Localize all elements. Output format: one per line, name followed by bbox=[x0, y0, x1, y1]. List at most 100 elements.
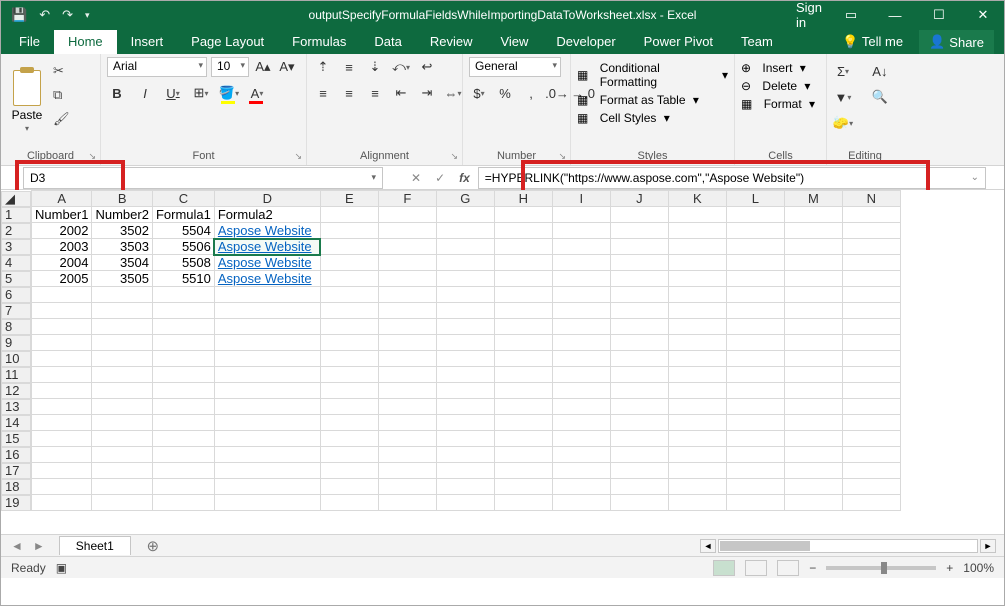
align-right-icon[interactable]: ≡ bbox=[365, 83, 385, 103]
row-header[interactable]: 15 bbox=[1, 431, 31, 447]
underline-button[interactable]: U bbox=[163, 83, 183, 103]
tab-view[interactable]: View bbox=[486, 30, 542, 54]
select-all-corner[interactable]: ◢ bbox=[1, 191, 31, 207]
horizontal-scrollbar[interactable] bbox=[718, 539, 978, 553]
italic-button[interactable]: I bbox=[135, 83, 155, 103]
font-name-select[interactable]: Arial bbox=[107, 57, 207, 77]
worksheet-grid[interactable]: ◢ A B C D E F G H I J K L M N 1 Number1 … bbox=[1, 190, 1004, 534]
zoom-in-icon[interactable]: + bbox=[946, 561, 953, 575]
border-button[interactable]: ⊞ bbox=[191, 83, 211, 103]
formula-bar-input[interactable]: =HYPERLINK("https://www.aspose.com","Asp… bbox=[478, 167, 986, 189]
accounting-format-icon[interactable]: $ bbox=[469, 83, 489, 103]
align-bottom-icon[interactable]: ⇣ bbox=[365, 57, 385, 77]
page-break-view-icon[interactable] bbox=[777, 560, 799, 576]
col-header[interactable]: B bbox=[92, 191, 152, 207]
tab-formulas[interactable]: Formulas bbox=[278, 30, 360, 54]
fill-color-button[interactable]: 🪣 bbox=[219, 83, 239, 103]
clear-icon[interactable]: 🧽 bbox=[833, 113, 853, 133]
sign-in-link[interactable]: Sign in bbox=[796, 1, 828, 29]
cell[interactable]: 3503 bbox=[92, 239, 152, 255]
find-select-icon[interactable]: 🔍 bbox=[870, 87, 890, 107]
row-header[interactable]: 5 bbox=[1, 271, 31, 287]
name-box[interactable]: D3 bbox=[23, 167, 383, 189]
cell-hyperlink[interactable]: Aspose Website bbox=[214, 271, 320, 287]
cell-styles-button[interactable]: ▦ Cell Styles ▾ bbox=[577, 111, 670, 125]
align-top-icon[interactable]: ⇡ bbox=[313, 57, 333, 77]
delete-cells-button[interactable]: ⊖ Delete ▾ bbox=[741, 79, 810, 93]
tab-developer[interactable]: Developer bbox=[542, 30, 629, 54]
share-button[interactable]: 👤 Share bbox=[919, 30, 994, 54]
cell[interactable]: 2002 bbox=[32, 223, 92, 239]
increase-decimal-icon[interactable]: .0→ bbox=[547, 83, 567, 103]
cell[interactable]: Formula2 bbox=[214, 207, 320, 223]
minimize-icon[interactable]: — bbox=[874, 1, 916, 29]
tab-file[interactable]: File bbox=[5, 30, 54, 54]
row-header[interactable]: 14 bbox=[1, 415, 31, 431]
row-header[interactable]: 4 bbox=[1, 255, 31, 271]
bold-button[interactable]: B bbox=[107, 83, 127, 103]
page-layout-view-icon[interactable] bbox=[745, 560, 767, 576]
percent-format-icon[interactable]: % bbox=[495, 83, 515, 103]
alignment-launcher-icon[interactable]: ↘ bbox=[450, 151, 458, 162]
align-middle-icon[interactable]: ≡ bbox=[339, 57, 359, 77]
tab-data[interactable]: Data bbox=[360, 30, 415, 54]
clipboard-launcher-icon[interactable]: ↘ bbox=[88, 151, 96, 162]
maximize-icon[interactable]: ☐ bbox=[918, 1, 960, 29]
row-header[interactable]: 8 bbox=[1, 319, 31, 335]
cell-hyperlink[interactable]: Aspose Website bbox=[214, 255, 320, 271]
number-format-select[interactable]: General bbox=[469, 57, 561, 77]
format-cells-button[interactable]: ▦ Format ▾ bbox=[741, 97, 815, 111]
zoom-slider[interactable] bbox=[826, 566, 936, 570]
align-left-icon[interactable]: ≡ bbox=[313, 83, 333, 103]
col-header[interactable]: L bbox=[726, 191, 784, 207]
cell[interactable]: 5506 bbox=[152, 239, 214, 255]
hscroll-right-icon[interactable]: ► bbox=[980, 539, 996, 553]
row-header[interactable]: 7 bbox=[1, 303, 31, 319]
enter-formula-icon[interactable]: ✓ bbox=[435, 171, 445, 185]
copy-icon[interactable]: ⧉ bbox=[53, 87, 70, 103]
tab-power-pivot[interactable]: Power Pivot bbox=[630, 30, 727, 54]
number-launcher-icon[interactable]: ↘ bbox=[558, 151, 566, 162]
row-header[interactable]: 2 bbox=[1, 223, 31, 239]
decrease-indent-icon[interactable]: ⇤ bbox=[391, 83, 411, 103]
col-header[interactable]: K bbox=[668, 191, 726, 207]
increase-indent-icon[interactable]: ⇥ bbox=[417, 83, 437, 103]
insert-cells-button[interactable]: ⊕ Insert ▾ bbox=[741, 61, 806, 75]
row-header[interactable]: 11 bbox=[1, 367, 31, 383]
col-header[interactable]: C bbox=[152, 191, 214, 207]
cell[interactable]: 3504 bbox=[92, 255, 152, 271]
col-header[interactable]: D bbox=[214, 191, 320, 207]
cell[interactable]: Number2 bbox=[92, 207, 152, 223]
insert-function-icon[interactable]: fx bbox=[459, 171, 470, 185]
close-icon[interactable]: ✕ bbox=[962, 1, 1004, 29]
cell[interactable]: 5510 bbox=[152, 271, 214, 287]
hscroll-left-icon[interactable]: ◄ bbox=[700, 539, 716, 553]
cell[interactable]: Number1 bbox=[32, 207, 92, 223]
autosum-icon[interactable]: Σ bbox=[833, 61, 853, 81]
comma-format-icon[interactable]: , bbox=[521, 83, 541, 103]
format-as-table-button[interactable]: ▦ Format as Table ▾ bbox=[577, 93, 699, 107]
tab-review[interactable]: Review bbox=[416, 30, 487, 54]
fill-icon[interactable]: ▼ bbox=[833, 87, 853, 107]
row-header[interactable]: 18 bbox=[1, 479, 31, 495]
font-launcher-icon[interactable]: ↘ bbox=[294, 151, 302, 162]
col-header[interactable]: H bbox=[494, 191, 552, 207]
row-header[interactable]: 19 bbox=[1, 495, 31, 511]
col-header[interactable]: M bbox=[784, 191, 842, 207]
font-color-button[interactable]: A bbox=[247, 83, 267, 103]
row-header[interactable]: 16 bbox=[1, 447, 31, 463]
cell[interactable]: 2003 bbox=[32, 239, 92, 255]
row-header[interactable]: 13 bbox=[1, 399, 31, 415]
cell[interactable]: 3505 bbox=[92, 271, 152, 287]
tab-insert[interactable]: Insert bbox=[117, 30, 178, 54]
font-size-select[interactable]: 10 bbox=[211, 57, 249, 77]
cell[interactable]: 2005 bbox=[32, 271, 92, 287]
cell[interactable]: 2004 bbox=[32, 255, 92, 271]
sort-filter-icon[interactable]: A↓ bbox=[870, 61, 890, 81]
conditional-formatting-button[interactable]: ▦ Conditional Formatting ▾ bbox=[577, 61, 728, 89]
format-painter-icon[interactable]: 🖌 bbox=[53, 111, 70, 127]
sheet-tab[interactable]: Sheet1 bbox=[59, 536, 131, 555]
qat-customize-icon[interactable]: ▾ bbox=[85, 10, 90, 21]
col-header[interactable]: J bbox=[610, 191, 668, 207]
col-header[interactable]: I bbox=[552, 191, 610, 207]
